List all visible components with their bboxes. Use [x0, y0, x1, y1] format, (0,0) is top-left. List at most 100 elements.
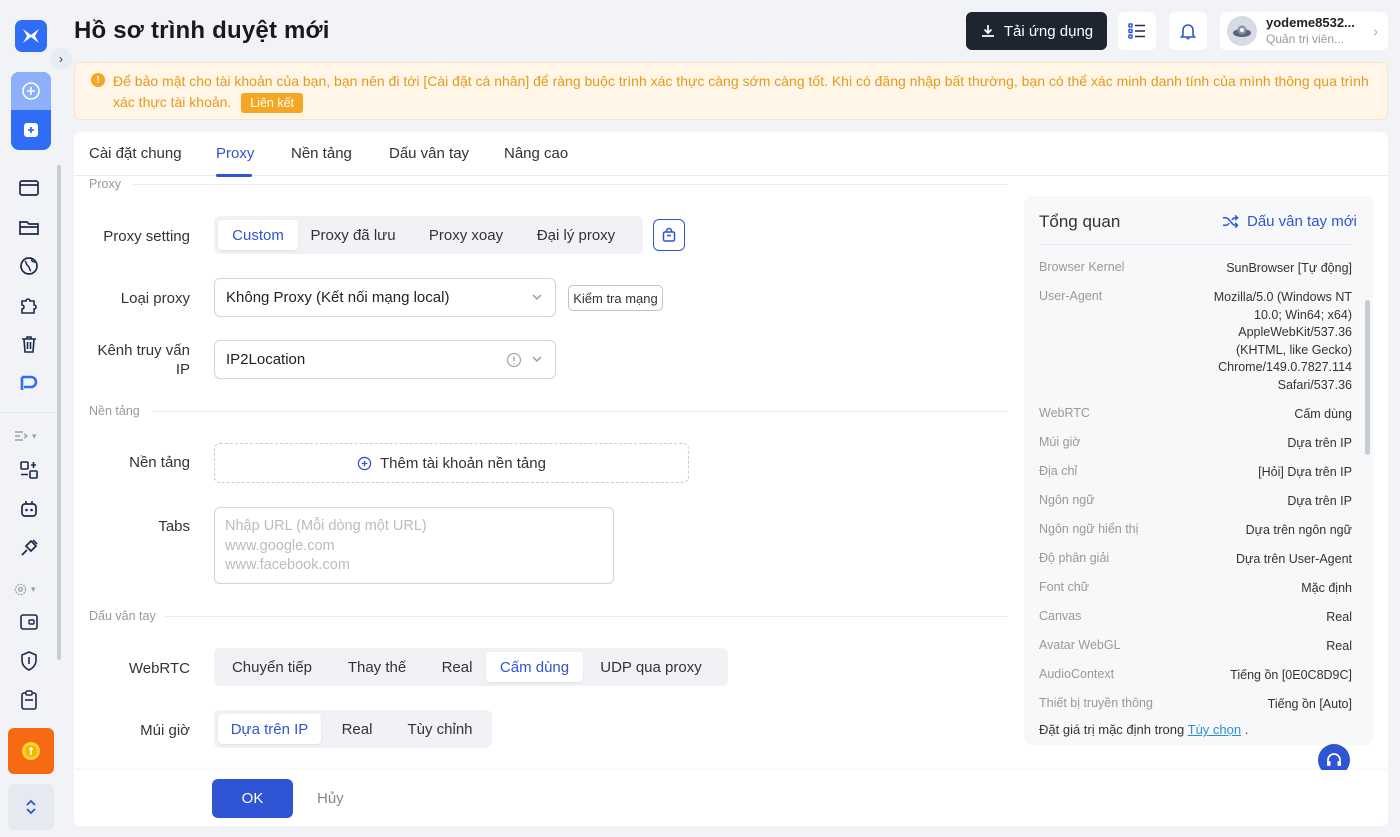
shopping-bag-icon [662, 227, 676, 242]
tabs-label: Tabs [158, 518, 190, 535]
ip-query-label: Kênh truy vấn IP [97, 342, 190, 378]
overview-value: Real [1326, 610, 1352, 624]
rpa-workflow-icon[interactable] [17, 458, 41, 482]
proxy-store-button[interactable] [653, 219, 685, 251]
overview-scrollbar[interactable] [1365, 300, 1370, 455]
promo-coin-icon[interactable] [8, 728, 54, 774]
tabs-placeholder-line: Nhập URL (Mỗi dòng một URL) [225, 518, 427, 534]
overview-value: Dựa trên IP [1287, 494, 1352, 508]
security-shield-icon[interactable] [17, 649, 41, 673]
automation-group-icon[interactable]: ▾ [14, 430, 37, 442]
trash-icon[interactable] [17, 332, 41, 356]
download-icon [981, 25, 994, 37]
section-divider [152, 411, 1008, 412]
cancel-button[interactable]: Hủy [317, 790, 344, 807]
task-list-button[interactable] [1118, 12, 1156, 50]
download-app-button[interactable]: Tải ứng dụng [966, 12, 1107, 50]
security-banner: ! Để bảo mật cho tài khoản của bạn, bạn … [74, 62, 1388, 120]
webrtc-forward[interactable]: Chuyển tiếp [218, 652, 326, 682]
tab-advanced[interactable]: Nâng cao [504, 145, 568, 162]
overview-key: Browser Kernel [1039, 260, 1125, 274]
tab-fingerprint[interactable]: Dấu vân tay [389, 145, 469, 162]
robot-icon[interactable] [17, 497, 41, 521]
add-profile-button[interactable] [11, 72, 51, 110]
expand-sidebar-icon[interactable]: › [50, 48, 72, 70]
tabs-placeholder-line: www.facebook.com [225, 557, 350, 573]
chevron-down-icon [532, 294, 542, 300]
proxy-setting-selector: Custom Proxy đã lưu Proxy xoay Đại lý pr… [214, 216, 643, 254]
webrtc-replace[interactable]: Thay thế [326, 652, 428, 682]
user-name: yodeme8532... [1266, 15, 1355, 30]
active-tab-indicator [216, 174, 252, 177]
bell-icon [1179, 24, 1197, 40]
app-logo[interactable] [15, 20, 47, 52]
user-role: Quản trị viên... [1266, 32, 1345, 46]
timezone-custom[interactable]: Tùy chỉnh [393, 714, 487, 744]
clipboard-icon[interactable] [17, 688, 41, 712]
api-plug-icon[interactable] [17, 536, 41, 560]
preferences-link[interactable]: Tùy chọn [1188, 722, 1241, 737]
proxy-section-label: Proxy [89, 177, 121, 191]
overview-value: Dựa trên ngôn ngữ [1245, 523, 1352, 537]
webrtc-disabled[interactable]: Cấm dùng [486, 652, 583, 682]
proxy-setting-custom[interactable]: Custom [218, 220, 298, 250]
tabs-placeholder-line: www.google.com [225, 537, 335, 554]
warning-icon: ! [91, 73, 105, 87]
timezone-ip-based[interactable]: Dựa trên IP [218, 714, 321, 744]
proxy-setting-saved[interactable]: Proxy đã lưu [298, 220, 408, 250]
overview-footer: Đặt giá trị mặc định trong Tùy chọn . [1039, 722, 1249, 737]
batch-create-button[interactable] [11, 110, 51, 150]
user-menu[interactable]: yodeme8532... Quản trị viên... › [1220, 12, 1388, 50]
tabs-url-textarea[interactable]: Nhập URL (Mỗi dòng một URL) www.google.c… [214, 507, 614, 584]
globe-icon[interactable] [17, 254, 41, 278]
proxy-setting-agent[interactable]: Đại lý proxy [524, 220, 628, 250]
ip-query-value: IP2Location [226, 351, 306, 368]
webrtc-real[interactable]: Real [428, 652, 486, 682]
overview-key: AudioContext [1039, 667, 1115, 681]
settings-group-icon[interactable]: ▾ [14, 583, 36, 596]
folder-icon[interactable] [17, 215, 41, 239]
plus-circle-icon [357, 456, 372, 470]
browser-window-icon[interactable] [17, 176, 41, 200]
collapse-toggle-icon[interactable] [8, 784, 54, 830]
timezone-real[interactable]: Real [321, 714, 393, 744]
overview-key: Múi giờ [1039, 435, 1081, 449]
platform-label: Nền tảng [129, 454, 190, 471]
tab-platform[interactable]: Nền tảng [291, 145, 352, 162]
overview-value: [Hỏi] Dựa trên IP [1258, 465, 1352, 479]
ok-button[interactable]: OK [212, 779, 293, 818]
sidebar-scrollbar[interactable] [57, 165, 61, 660]
overview-value: Mặc định [1301, 581, 1352, 595]
proxy-setting-rotating[interactable]: Proxy xoay [408, 220, 524, 250]
overview-key: Font chữ [1039, 580, 1090, 594]
notifications-button[interactable] [1169, 12, 1207, 50]
add-platform-account-label: Thêm tài khoản nền tảng [380, 454, 546, 472]
ip-query-select[interactable]: IP2Location [214, 340, 556, 379]
new-fingerprint-button[interactable]: Dấu vân tay mới [1222, 213, 1357, 230]
proxy-type-select[interactable]: Không Proxy (Kết nối mạng local) [214, 278, 556, 317]
form-action-bar: OK Hủy [74, 770, 1388, 826]
shuffle-icon [1223, 214, 1239, 229]
left-sidebar: › ▾ ▾ [0, 0, 72, 837]
add-platform-account-button[interactable]: Thêm tài khoản nền tảng [214, 443, 689, 483]
proxy-setting-label: Proxy setting [103, 228, 190, 245]
webrtc-udp-proxy[interactable]: UDP qua proxy [583, 652, 719, 682]
overview-value: Dựa trên IP [1287, 436, 1352, 450]
sync-icon[interactable] [17, 371, 41, 395]
overview-key: User-Agent [1039, 289, 1103, 303]
proxy-type-value: Không Proxy (Kết nối mạng local) [226, 289, 450, 306]
download-app-label: Tải ứng dụng [1003, 22, 1094, 40]
section-divider [164, 616, 1008, 617]
tab-general[interactable]: Cài đặt chung [89, 145, 182, 162]
tab-proxy[interactable]: Proxy [216, 145, 254, 162]
new-fingerprint-label: Dấu vân tay mới [1247, 213, 1357, 230]
section-divider [132, 184, 1008, 185]
profile-form-card: Cài đặt chung Proxy Nền tảng Dấu vân tay… [74, 132, 1388, 826]
headset-icon [1327, 753, 1341, 766]
check-network-button[interactable]: Kiểm tra mạng [568, 285, 663, 311]
extension-puzzle-icon[interactable] [17, 293, 41, 317]
overview-panel: Tổng quan Dấu vân tay mới Browser Kernel… [1024, 196, 1373, 745]
link-account-button[interactable]: Liên kết [241, 93, 303, 114]
overview-divider [1039, 244, 1353, 245]
wallet-icon[interactable] [17, 610, 41, 634]
